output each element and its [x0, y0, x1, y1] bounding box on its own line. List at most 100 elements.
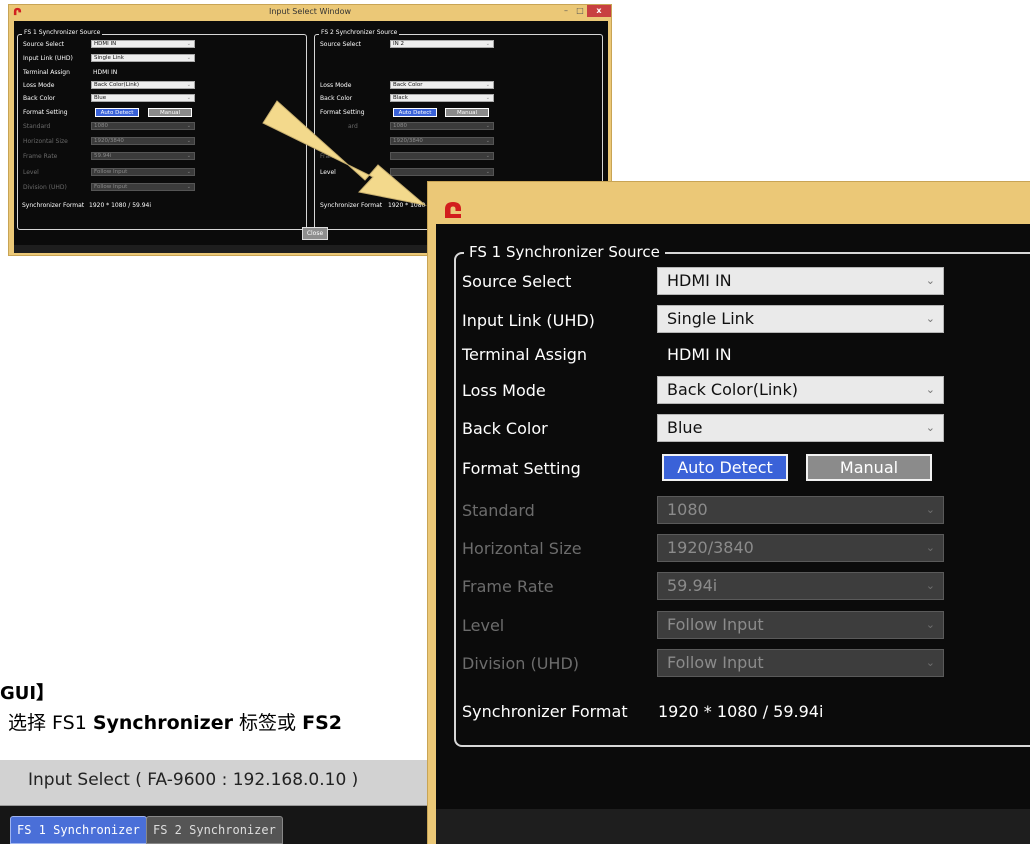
small-fs1-sync-label: Synchronizer Format: [22, 202, 85, 209]
small-fs2-frame-label-partial: Frame: [320, 153, 339, 160]
small-fs2-source-select[interactable]: IN 2 ⌄: [390, 40, 494, 48]
standard-label: Standard: [462, 501, 535, 520]
source-select-dropdown[interactable]: HDMI IN ⌄: [657, 267, 944, 295]
loss-mode-label: Loss Mode: [462, 381, 546, 400]
source-select-label: Source Select: [462, 272, 572, 291]
small-fs1-row-label: Source Select: [23, 41, 65, 48]
small-fs2-hsize-select: 1920/3840 ⌄: [390, 137, 494, 145]
division-label: Division (UHD): [462, 654, 580, 673]
chevron-down-icon: ⌄: [485, 123, 490, 129]
small-fs1-row-select[interactable]: Blue ⌄: [91, 94, 195, 102]
loss-mode-value: Back Color(Link): [667, 380, 798, 399]
format-setting-label: Format Setting: [462, 459, 581, 478]
small-fs2-legend: FS 2 Synchronizer Source: [319, 29, 400, 36]
big-fs1-legend: FS 1 Synchronizer Source: [464, 243, 665, 261]
auto-detect-button[interactable]: Auto Detect: [662, 454, 788, 481]
small-fs1-row-label: Level: [23, 169, 39, 176]
small-fs1-row-label: Format Setting: [23, 109, 68, 116]
small-fs1-row-value: Follow Input: [94, 184, 128, 190]
frame-rate-value: 59.94i: [667, 576, 718, 595]
small-fs1-row-label: Horizontal Size: [23, 138, 68, 145]
chevron-down-icon: ⌄: [485, 82, 490, 88]
small-fs1-legend: FS 1 Synchronizer Source: [22, 29, 103, 36]
small-window-title: Input Select Window: [268, 7, 352, 16]
small-fs2-manual-button[interactable]: Manual: [445, 108, 489, 117]
small-fs1-row-value: Follow Input: [94, 169, 128, 175]
small-window-controls: – □ x: [559, 5, 611, 17]
standard-dropdown: 1080 ⌄: [657, 496, 944, 524]
manual-button[interactable]: Manual: [806, 454, 932, 481]
small-fs1-manual-button[interactable]: Manual: [148, 108, 192, 117]
doc-header-text: Input Select ( FA-9600 : 192.168.0.10 ): [28, 770, 359, 790]
doc-instruction-bold2: FS2: [302, 712, 342, 734]
terminal-assign-label: Terminal Assign: [462, 345, 588, 364]
chevron-down-icon: ⌄: [186, 95, 191, 101]
small-fs1-row-select: Follow Input ⌄: [91, 168, 195, 176]
small-fs2-standard-value: 1080: [393, 123, 407, 129]
close-window-button[interactable]: x: [587, 5, 611, 17]
small-fs1-row-select: Follow Input ⌄: [91, 183, 195, 191]
small-fs1-row-label: Input Link (UHD): [23, 55, 73, 62]
small-fs1-auto-detect-button[interactable]: Auto Detect: [95, 108, 139, 117]
small-fs2-format-label: Format Setting: [320, 109, 365, 116]
chevron-down-icon: ⌄: [925, 656, 935, 669]
chevron-down-icon: ⌄: [485, 95, 490, 101]
chevron-down-icon: ⌄: [925, 503, 935, 516]
small-fs1-row-label: Standard: [23, 123, 51, 130]
small-fs1-row-text: HDMI IN: [93, 69, 118, 76]
small-close-button[interactable]: Close: [302, 227, 328, 240]
small-fs1-row-select[interactable]: HDMI IN ⌄: [91, 40, 195, 48]
small-fs1-row-label: Frame Rate: [23, 153, 58, 160]
chevron-down-icon: ⌄: [186, 169, 191, 175]
horizontal-size-label: Horizontal Size: [462, 539, 582, 558]
small-fs1-row-select[interactable]: Single Link ⌄: [91, 54, 195, 62]
minimize-button[interactable]: –: [559, 5, 573, 17]
tab-fs1-synchronizer[interactable]: FS 1 Synchronizer: [10, 816, 147, 844]
chevron-down-icon: ⌄: [925, 579, 935, 592]
small-fs2-loss-value: Back Color: [393, 82, 423, 88]
small-fs2-back-select[interactable]: Black ⌄: [390, 94, 494, 102]
doc-instruction-line: 选择 FS1 Synchronizer 标签或 FS2: [8, 708, 342, 735]
back-color-label: Back Color: [462, 419, 548, 438]
small-fs1-row-value: Back Color(Link): [94, 82, 140, 88]
doc-input-select-header: Input Select ( FA-9600 : 192.168.0.10 ): [0, 760, 440, 806]
input-link-dropdown[interactable]: Single Link ⌄: [657, 305, 944, 333]
frame-rate-label: Frame Rate: [462, 577, 554, 596]
small-fs2-frame-select: ⌄: [390, 152, 494, 160]
chevron-down-icon: ⌄: [186, 153, 191, 159]
loss-mode-dropdown[interactable]: Back Color(Link) ⌄: [657, 376, 944, 404]
doc-instruction-bold1: Synchronizer: [92, 712, 233, 734]
small-fs2-standard-select: 1080 ⌄: [390, 122, 494, 130]
small-fs2-hsize-value: 1920/3840: [393, 138, 423, 144]
small-fs2-auto-detect-button[interactable]: Auto Detect: [393, 108, 437, 117]
small-fs1-row-select[interactable]: Back Color(Link) ⌄: [91, 81, 195, 89]
chevron-down-icon: ⌄: [485, 138, 490, 144]
back-color-dropdown[interactable]: Blue ⌄: [657, 414, 944, 442]
small-fs1-row-value: 59.94i: [94, 153, 112, 159]
doc-tab-strip: FS 1 Synchronizer FS 2 Synchronizer: [0, 806, 440, 844]
chevron-down-icon: ⌄: [925, 618, 935, 631]
horizontal-size-dropdown: 1920/3840 ⌄: [657, 534, 944, 562]
small-fs1-row-value: Blue: [94, 95, 107, 101]
chevron-down-icon: ⌄: [186, 41, 191, 47]
small-fs2-back-value: Black: [393, 95, 408, 101]
small-fs1-row-label: Division (UHD): [23, 184, 67, 191]
big-input-select-window: FS 1 Synchronizer Source Source Select H…: [427, 181, 1030, 844]
small-fs2-loss-select[interactable]: Back Color ⌄: [390, 81, 494, 89]
chevron-down-icon: ⌄: [925, 541, 935, 554]
doc-instruction-prefix: 选择 FS1: [8, 712, 93, 734]
tab-fs2-synchronizer[interactable]: FS 2 Synchronizer: [146, 816, 283, 844]
small-fs2-level-label: Level: [320, 169, 336, 176]
standard-value: 1080: [667, 500, 708, 519]
maximize-button[interactable]: □: [573, 5, 587, 17]
small-fs1-row-value: 1080: [94, 123, 108, 129]
level-label: Level: [462, 616, 505, 635]
small-fs1-row-select: 1080 ⌄: [91, 122, 195, 130]
synchronizer-format-label: Synchronizer Format: [462, 702, 628, 721]
chevron-down-icon: ⌄: [925, 383, 935, 396]
small-fs1-row-value: Single Link: [94, 55, 124, 61]
chevron-down-icon: ⌄: [186, 55, 191, 61]
division-dropdown: Follow Input ⌄: [657, 649, 944, 677]
small-fs2-source-label: Source Select: [320, 41, 362, 48]
source-select-value: HDMI IN: [667, 271, 732, 290]
